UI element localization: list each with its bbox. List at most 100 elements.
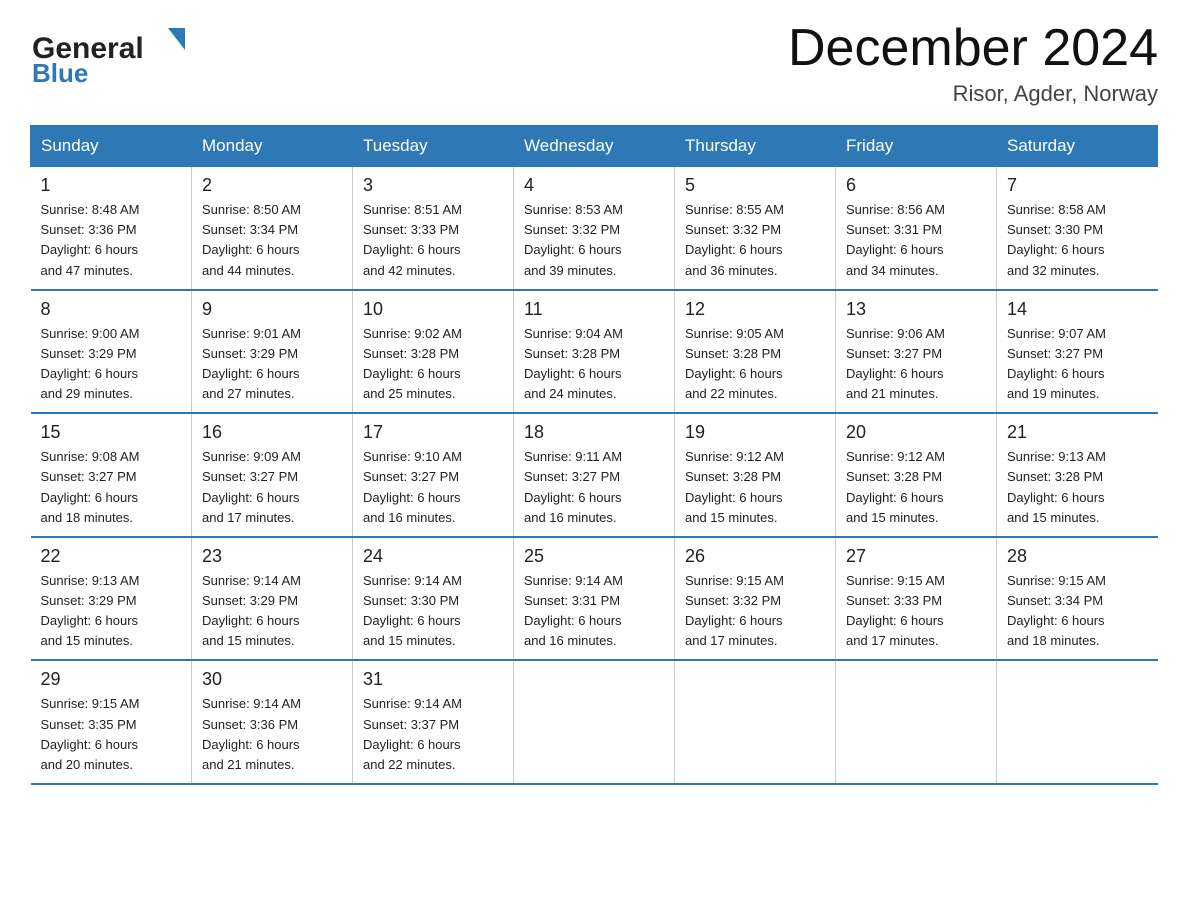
calendar-cell: 12 Sunrise: 9:05 AM Sunset: 3:28 PM Dayl… [675,290,836,414]
day-number: 19 [685,422,825,443]
day-info: Sunrise: 9:02 AM Sunset: 3:28 PM Dayligh… [363,324,503,405]
day-number: 8 [41,299,182,320]
day-number: 26 [685,546,825,567]
day-info: Sunrise: 9:15 AM Sunset: 3:35 PM Dayligh… [41,694,182,775]
calendar-cell: 15 Sunrise: 9:08 AM Sunset: 3:27 PM Dayl… [31,413,192,537]
calendar-cell: 22 Sunrise: 9:13 AM Sunset: 3:29 PM Dayl… [31,537,192,661]
col-sunday: Sunday [31,126,192,167]
day-number: 23 [202,546,342,567]
day-number: 10 [363,299,503,320]
calendar-cell: 28 Sunrise: 9:15 AM Sunset: 3:34 PM Dayl… [997,537,1158,661]
day-number: 12 [685,299,825,320]
calendar-cell: 14 Sunrise: 9:07 AM Sunset: 3:27 PM Dayl… [997,290,1158,414]
calendar-cell: 24 Sunrise: 9:14 AM Sunset: 3:30 PM Dayl… [353,537,514,661]
calendar-cell [675,660,836,784]
calendar-week-4: 22 Sunrise: 9:13 AM Sunset: 3:29 PM Dayl… [31,537,1158,661]
month-title: December 2024 [788,20,1158,77]
calendar-cell: 21 Sunrise: 9:13 AM Sunset: 3:28 PM Dayl… [997,413,1158,537]
day-info: Sunrise: 9:14 AM Sunset: 3:29 PM Dayligh… [202,571,342,652]
day-info: Sunrise: 9:14 AM Sunset: 3:30 PM Dayligh… [363,571,503,652]
day-info: Sunrise: 9:05 AM Sunset: 3:28 PM Dayligh… [685,324,825,405]
day-number: 21 [1007,422,1148,443]
day-number: 1 [41,175,182,196]
calendar-cell: 11 Sunrise: 9:04 AM Sunset: 3:28 PM Dayl… [514,290,675,414]
day-info: Sunrise: 9:15 AM Sunset: 3:33 PM Dayligh… [846,571,986,652]
calendar-cell: 8 Sunrise: 9:00 AM Sunset: 3:29 PM Dayli… [31,290,192,414]
day-number: 28 [1007,546,1148,567]
calendar-cell: 19 Sunrise: 9:12 AM Sunset: 3:28 PM Dayl… [675,413,836,537]
day-info: Sunrise: 9:09 AM Sunset: 3:27 PM Dayligh… [202,447,342,528]
day-info: Sunrise: 9:00 AM Sunset: 3:29 PM Dayligh… [41,324,182,405]
calendar-cell [514,660,675,784]
day-info: Sunrise: 8:56 AM Sunset: 3:31 PM Dayligh… [846,200,986,281]
day-number: 27 [846,546,986,567]
day-number: 4 [524,175,664,196]
day-info: Sunrise: 9:14 AM Sunset: 3:37 PM Dayligh… [363,694,503,775]
day-number: 16 [202,422,342,443]
calendar-cell: 23 Sunrise: 9:14 AM Sunset: 3:29 PM Dayl… [192,537,353,661]
calendar-cell: 1 Sunrise: 8:48 AM Sunset: 3:36 PM Dayli… [31,167,192,290]
calendar-cell: 31 Sunrise: 9:14 AM Sunset: 3:37 PM Dayl… [353,660,514,784]
calendar-cell: 9 Sunrise: 9:01 AM Sunset: 3:29 PM Dayli… [192,290,353,414]
day-info: Sunrise: 9:12 AM Sunset: 3:28 PM Dayligh… [685,447,825,528]
calendar-cell [836,660,997,784]
day-info: Sunrise: 9:12 AM Sunset: 3:28 PM Dayligh… [846,447,986,528]
calendar-cell: 7 Sunrise: 8:58 AM Sunset: 3:30 PM Dayli… [997,167,1158,290]
col-saturday: Saturday [997,126,1158,167]
day-info: Sunrise: 8:53 AM Sunset: 3:32 PM Dayligh… [524,200,664,281]
calendar-cell: 6 Sunrise: 8:56 AM Sunset: 3:31 PM Dayli… [836,167,997,290]
day-info: Sunrise: 9:13 AM Sunset: 3:29 PM Dayligh… [41,571,182,652]
day-number: 11 [524,299,664,320]
col-tuesday: Tuesday [353,126,514,167]
calendar-week-3: 15 Sunrise: 9:08 AM Sunset: 3:27 PM Dayl… [31,413,1158,537]
logo-svg: General Blue [30,20,200,90]
day-number: 5 [685,175,825,196]
calendar-cell: 27 Sunrise: 9:15 AM Sunset: 3:33 PM Dayl… [836,537,997,661]
calendar-cell: 26 Sunrise: 9:15 AM Sunset: 3:32 PM Dayl… [675,537,836,661]
calendar-table: Sunday Monday Tuesday Wednesday Thursday… [30,125,1158,785]
day-info: Sunrise: 9:04 AM Sunset: 3:28 PM Dayligh… [524,324,664,405]
title-section: December 2024 Risor, Agder, Norway [788,20,1158,107]
day-number: 20 [846,422,986,443]
day-number: 13 [846,299,986,320]
day-info: Sunrise: 9:15 AM Sunset: 3:34 PM Dayligh… [1007,571,1148,652]
calendar-cell: 25 Sunrise: 9:14 AM Sunset: 3:31 PM Dayl… [514,537,675,661]
calendar-cell [997,660,1158,784]
day-number: 9 [202,299,342,320]
calendar-cell: 3 Sunrise: 8:51 AM Sunset: 3:33 PM Dayli… [353,167,514,290]
day-number: 17 [363,422,503,443]
location: Risor, Agder, Norway [788,81,1158,107]
calendar-cell: 20 Sunrise: 9:12 AM Sunset: 3:28 PM Dayl… [836,413,997,537]
day-info: Sunrise: 9:15 AM Sunset: 3:32 PM Dayligh… [685,571,825,652]
calendar-cell: 18 Sunrise: 9:11 AM Sunset: 3:27 PM Dayl… [514,413,675,537]
day-number: 31 [363,669,503,690]
calendar-cell: 4 Sunrise: 8:53 AM Sunset: 3:32 PM Dayli… [514,167,675,290]
day-info: Sunrise: 9:08 AM Sunset: 3:27 PM Dayligh… [41,447,182,528]
day-number: 30 [202,669,342,690]
day-number: 24 [363,546,503,567]
calendar-cell: 5 Sunrise: 8:55 AM Sunset: 3:32 PM Dayli… [675,167,836,290]
day-number: 22 [41,546,182,567]
day-info: Sunrise: 9:01 AM Sunset: 3:29 PM Dayligh… [202,324,342,405]
day-number: 15 [41,422,182,443]
calendar-week-1: 1 Sunrise: 8:48 AM Sunset: 3:36 PM Dayli… [31,167,1158,290]
col-thursday: Thursday [675,126,836,167]
calendar-cell: 29 Sunrise: 9:15 AM Sunset: 3:35 PM Dayl… [31,660,192,784]
calendar-header-row: Sunday Monday Tuesday Wednesday Thursday… [31,126,1158,167]
day-number: 18 [524,422,664,443]
day-number: 3 [363,175,503,196]
day-info: Sunrise: 8:48 AM Sunset: 3:36 PM Dayligh… [41,200,182,281]
day-info: Sunrise: 8:50 AM Sunset: 3:34 PM Dayligh… [202,200,342,281]
day-number: 25 [524,546,664,567]
svg-text:Blue: Blue [32,58,88,88]
day-info: Sunrise: 9:10 AM Sunset: 3:27 PM Dayligh… [363,447,503,528]
col-wednesday: Wednesday [514,126,675,167]
col-monday: Monday [192,126,353,167]
calendar-week-2: 8 Sunrise: 9:00 AM Sunset: 3:29 PM Dayli… [31,290,1158,414]
day-info: Sunrise: 9:06 AM Sunset: 3:27 PM Dayligh… [846,324,986,405]
calendar-cell: 17 Sunrise: 9:10 AM Sunset: 3:27 PM Dayl… [353,413,514,537]
day-info: Sunrise: 9:13 AM Sunset: 3:28 PM Dayligh… [1007,447,1148,528]
logo: General Blue [30,20,200,90]
calendar-week-5: 29 Sunrise: 9:15 AM Sunset: 3:35 PM Dayl… [31,660,1158,784]
page-header: General Blue December 2024 Risor, Agder,… [30,20,1158,107]
